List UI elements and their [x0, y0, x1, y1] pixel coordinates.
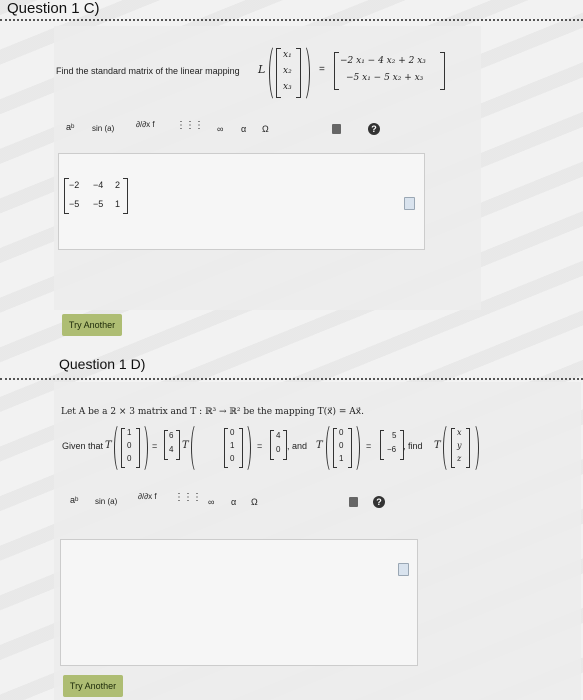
matrix-button[interactable]: ⋮⋮⋮ — [176, 120, 204, 131]
q1c-right-paren — [297, 44, 310, 102]
q1d-e3-left-bracket — [333, 428, 337, 468]
trash-icon[interactable] — [332, 124, 341, 134]
q1d-T2: T — [182, 440, 189, 451]
omega-button[interactable]: Ω — [262, 124, 269, 134]
partial-button-d[interactable]: ∂/∂x f — [138, 492, 157, 501]
q1c-vector-left-bracket — [276, 48, 281, 98]
help-icon[interactable]: ? — [368, 123, 380, 135]
q1d-y: y — [457, 441, 462, 450]
q1c-x3: x₃ — [283, 82, 292, 92]
q1d-equals-2: = — [257, 441, 263, 451]
q1d-z: z — [457, 454, 462, 463]
q1c-divider — [0, 19, 583, 21]
q1d-e2-right-paren — [240, 423, 251, 473]
q1c-a22: −5 — [93, 199, 104, 209]
q1c-prompt: Find the standard matrix of the linear m… — [56, 66, 240, 76]
q1d-r2-2: 0 — [276, 445, 281, 454]
q1d-T4: T — [434, 440, 441, 451]
q1d-r1-2: 4 — [169, 445, 174, 454]
q1d-try-another-button[interactable]: Try Another — [63, 675, 123, 697]
q1d-e1-1: 1 — [127, 428, 132, 437]
q1d-e2-1: 0 — [230, 428, 235, 437]
q1c-answer-right-bracket — [123, 178, 128, 214]
sin-button-d[interactable]: sin (a) — [95, 497, 117, 506]
q1c-title: Question 1 C) — [7, 0, 100, 17]
q1d-equals-3: = — [366, 441, 372, 451]
q1d-e3-right-paren — [349, 423, 360, 473]
q1c-a21: −5 — [69, 199, 80, 209]
q1d-x: x — [457, 428, 462, 437]
q1d-and: , and — [287, 441, 308, 451]
q1d-e2-3: 0 — [230, 454, 235, 463]
q1c-try-another-button[interactable]: Try Another — [62, 314, 122, 336]
q1d-e3-3: 1 — [339, 454, 344, 463]
trash-icon-d[interactable] — [349, 497, 358, 507]
q1c-a23: 1 — [115, 199, 121, 209]
q1d-r2-1: 4 — [276, 431, 281, 440]
q1d-statement: Let A be a 2 × 3 matrix and T : ℝ³ → ℝ² … — [61, 407, 364, 417]
q1d-title: Question 1 D) — [59, 356, 146, 372]
q1c-output-left-bracket — [334, 52, 339, 90]
q1c-output-row-2: −5 x₁ − 5 x₂ + x₃ — [346, 73, 424, 83]
alpha-button[interactable]: α — [241, 124, 246, 134]
q1c-equals: = — [319, 64, 325, 75]
power-button[interactable]: aᵇ — [66, 122, 74, 132]
help-icon-d[interactable]: ? — [373, 496, 385, 508]
omega-button-d[interactable]: Ω — [251, 497, 258, 507]
alpha-button-d[interactable]: α — [231, 497, 236, 507]
q1d-r3-left-bracket — [380, 430, 384, 460]
matrix-button-d[interactable]: ⋮⋮⋮ — [174, 492, 202, 503]
q1c-a13: 2 — [115, 180, 121, 190]
q1d-r1-1: 6 — [169, 431, 174, 440]
q1d-find: , find — [403, 441, 423, 451]
file-icon-d — [398, 563, 409, 576]
q1d-e1-right-paren — [137, 423, 148, 473]
q1c-output-right-bracket — [440, 52, 445, 90]
infinity-button[interactable]: ∞ — [217, 124, 223, 134]
q1d-e2-left-bracket — [224, 428, 228, 468]
power-button-d[interactable]: aᵇ — [70, 495, 78, 505]
file-icon — [404, 197, 415, 210]
partial-button[interactable]: ∂/∂x f — [136, 120, 155, 129]
q1c-x1: x₁ — [283, 50, 292, 60]
q1c-a12: −4 — [93, 180, 104, 190]
q1d-xyz-left-bracket — [451, 428, 455, 468]
q1d-divider — [0, 378, 583, 380]
q1c-answer-input[interactable] — [58, 153, 425, 250]
q1d-e2-left-paren — [191, 423, 202, 473]
q1d-r3-1: 5 — [392, 431, 397, 440]
q1d-r2-left-bracket — [270, 430, 274, 460]
q1d-given-that: Given that — [62, 441, 104, 451]
q1d-r3-2: −6 — [387, 445, 397, 454]
q1d-e1-3: 0 — [127, 454, 132, 463]
q1c-mapping-symbol: L — [258, 63, 266, 76]
q1d-T1: T — [105, 440, 112, 451]
q1d-e2-2: 1 — [230, 441, 235, 450]
sin-button[interactable]: sin (a) — [92, 124, 114, 133]
q1c-x2: x₂ — [283, 66, 292, 76]
q1d-xyz-right-paren — [468, 423, 479, 473]
q1d-equals-1: = — [152, 441, 158, 451]
q1d-e1-2: 0 — [127, 441, 132, 450]
q1d-r1-left-bracket — [164, 430, 168, 460]
q1d-r1-right-bracket — [176, 430, 180, 460]
q1d-answer-input[interactable] — [60, 539, 418, 666]
q1d-T3: T — [316, 440, 323, 451]
q1c-output-row-1: −2 x₁ − 4 x₂ + 2 x₃ — [340, 56, 426, 66]
q1c-a11: −2 — [69, 180, 80, 190]
q1d-e3-1: 0 — [339, 428, 344, 437]
q1d-e3-2: 0 — [339, 441, 344, 450]
q1d-e1-left-bracket — [121, 428, 125, 468]
infinity-button-d[interactable]: ∞ — [208, 497, 214, 507]
